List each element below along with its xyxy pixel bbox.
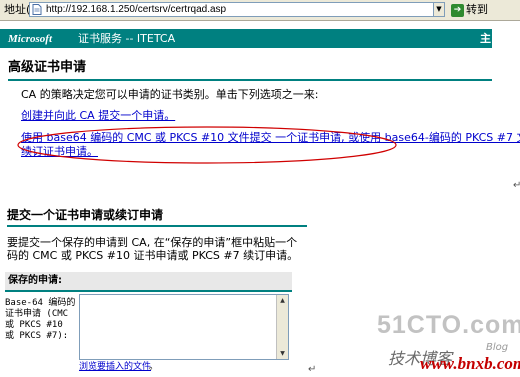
submit-description: 要提交一个保存的申请到 CA, 在“保存的申请”框中粘贴一个 xyxy=(7,236,298,249)
return-mark: ↵ xyxy=(308,364,317,375)
saved-request-textarea[interactable]: ▲ ▼ xyxy=(79,294,289,360)
create-request-link[interactable]: 创建并向此 CA 提交一个申请。 xyxy=(21,109,175,123)
service-banner: Microsoft 证书服务 -- ITETCA 主 xyxy=(0,29,492,48)
watermark-blog: Blog xyxy=(486,342,509,353)
divider xyxy=(5,290,292,292)
divider xyxy=(8,79,492,81)
go-button[interactable]: ➔ 转到 xyxy=(451,1,506,18)
brand-logo: Microsoft xyxy=(8,33,52,45)
page-icon xyxy=(32,4,42,15)
base64-field-label: Base-64 编码的证书申请 (CMC 或 PKCS #10 或 PKCS #… xyxy=(5,298,76,341)
service-title: 证书服务 -- ITETCA xyxy=(78,32,176,45)
submit-description-2: 码的 CMC 或 PKCS #10 证书申请或 PKCS #7 续订申请。 xyxy=(7,249,299,262)
browse-file-link[interactable]: 浏览要插入的文件 xyxy=(79,361,151,373)
return-mark: ↵ xyxy=(513,180,520,191)
scroll-down-arrow-icon[interactable]: ▼ xyxy=(277,348,288,359)
address-url: http://192.168.1.250/certsrv/certrqad.as… xyxy=(46,4,227,15)
go-label: 转到 xyxy=(466,3,488,16)
scroll-up-arrow-icon[interactable]: ▲ xyxy=(277,295,288,306)
textarea-scrollbar[interactable]: ▲ ▼ xyxy=(276,295,288,359)
policy-text: CA 的策略决定您可以申请的证书类别。单击下列选项之一来: xyxy=(21,88,319,101)
dropdown-arrow-icon[interactable]: ▼ xyxy=(433,2,445,17)
highlight-ellipse xyxy=(17,126,397,164)
address-input[interactable]: http://192.168.1.250/certsrv/certrqad.as… xyxy=(29,2,441,17)
page-title: 高级证书申请 xyxy=(8,60,87,75)
watermark-site: 51CTO.com xyxy=(377,311,520,339)
go-arrow-icon: ➔ xyxy=(451,3,464,17)
divider xyxy=(7,225,307,227)
address-bar: 地址(D) http://192.168.1.250/certsrv/certr… xyxy=(0,0,520,21)
saved-request-header: 保存的申请: xyxy=(5,272,292,290)
saved-request-label: 保存的申请: xyxy=(8,275,62,286)
home-link[interactable]: 主 xyxy=(480,32,491,46)
browse-tail: 。 xyxy=(149,362,159,372)
watermark-url: www.bnxb.com xyxy=(420,354,520,373)
submit-heading: 提交一个证书申请或续订申请 xyxy=(7,208,164,222)
